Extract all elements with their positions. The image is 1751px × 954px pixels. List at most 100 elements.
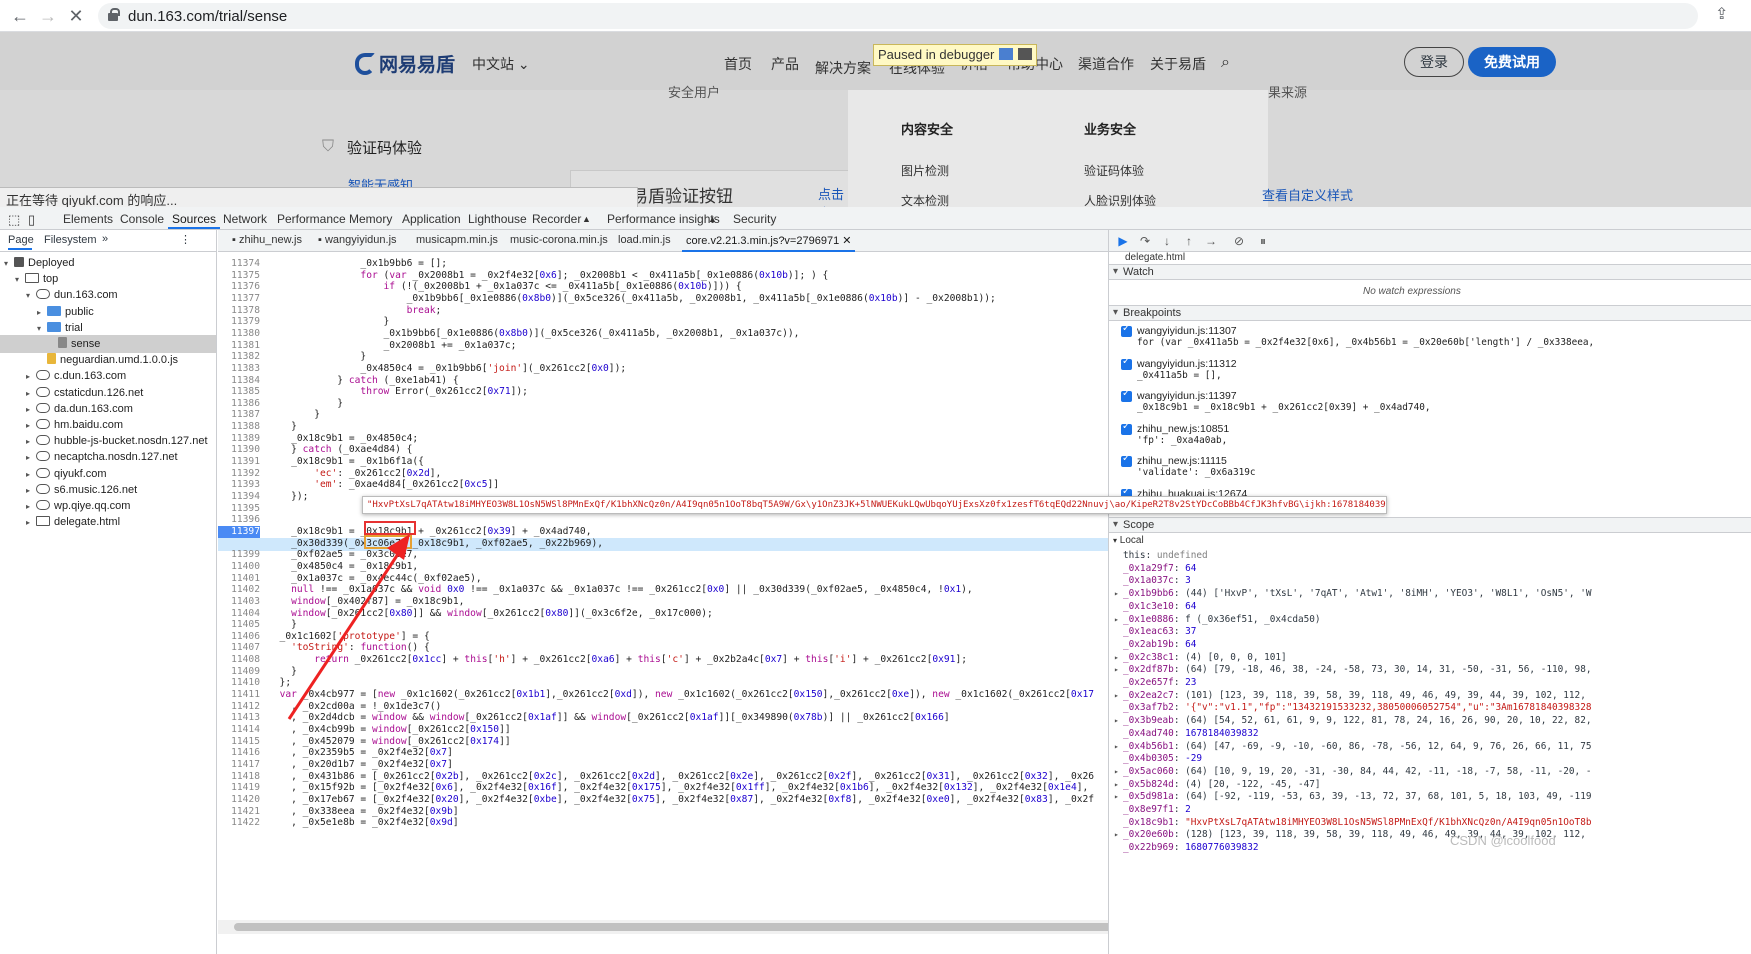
menu-item[interactable]: 验证码体验 (1084, 162, 1144, 179)
breakpoint-checkbox[interactable] (1121, 421, 1132, 435)
scope-variable[interactable]: ▸ _0x5d981a: (64) [-92, -119, -53, 63, 39… (1114, 791, 1592, 804)
menu-item[interactable]: 文本检测 (901, 192, 949, 207)
scope-variable[interactable]: ▸ _0x4b56b1: (64) [47, -69, -9, -10, -60,… (1114, 741, 1592, 754)
tab-security[interactable]: Security (733, 212, 776, 226)
expand-icon[interactable]: ▸ (1114, 690, 1119, 703)
file-tab[interactable]: music-corona.min.js (510, 234, 608, 246)
breakpoints-section[interactable]: Breakpoints (1109, 305, 1751, 321)
scope-variable[interactable]: ▸ _0x5b824d: (4) [20, -122, -45, -47] (1114, 779, 1321, 792)
line-number[interactable]: 11422 (218, 817, 260, 830)
scope-variable[interactable]: _0x2ab19b: 64 (1123, 639, 1196, 652)
custom-style-link[interactable]: 查看自定义样式 (1262, 185, 1353, 204)
file-tab[interactable]: load.min.js (618, 234, 671, 246)
scope-variable[interactable]: ▸ _0x3b9eab: (64) [54, 52, 61, 61, 9, 9, … (1114, 715, 1592, 728)
expand-icon[interactable]: ▸ (1114, 715, 1119, 728)
nav-products[interactable]: 产品 (771, 54, 799, 74)
menu-item[interactable]: 人脸识别体验 (1084, 192, 1156, 207)
file-tab-active[interactable]: core.v2.21.3.min.js?v=2796971 ✕ (681, 234, 856, 252)
resume-icon[interactable] (999, 48, 1014, 60)
step-over-icon[interactable]: ↷ (1137, 233, 1153, 249)
watch-section[interactable]: Watch (1109, 264, 1751, 280)
nav-solutions[interactable]: 解决方案 (815, 58, 871, 78)
expand-icon[interactable]: ▸ (1114, 741, 1119, 754)
scope-variable[interactable]: ▸ _0x2df87b: (64) [79, -18, 46, 38, -24, … (1114, 664, 1592, 677)
step-icon[interactable]: → (1203, 233, 1219, 249)
demo-link[interactable]: 点击查 (818, 184, 849, 207)
breakpoint-checkbox[interactable] (1121, 453, 1132, 467)
scope-variable[interactable]: _0x4ad740: 1678184039832 (1123, 728, 1258, 741)
address-bar[interactable]: dun.163.com/trial/sense (98, 3, 1698, 29)
tab-application[interactable]: Application (402, 212, 461, 226)
scope-variable[interactable]: ▸ _0x2c38c1: (4) [0, 0, 0, 101] (1114, 652, 1287, 665)
nav-about[interactable]: 关于易盾 (1150, 54, 1206, 74)
local-scope[interactable]: ▾ Local (1113, 535, 1144, 546)
nav-channel[interactable]: 渠道合作 (1078, 54, 1134, 74)
breakpoint-checkbox[interactable] (1121, 323, 1132, 337)
scope-variable[interactable]: _0x1eac63: 37 (1123, 626, 1196, 639)
tab-elements[interactable]: Elements (63, 212, 113, 226)
tab-performance[interactable]: Performance (277, 212, 346, 226)
deactivate-breakpoints-icon[interactable]: ⊘ (1231, 233, 1247, 249)
free-trial-button[interactable]: 免费试用 (1468, 47, 1556, 77)
expand-icon[interactable]: ▸ (1114, 829, 1119, 842)
scope-variable[interactable]: this: undefined (1123, 550, 1208, 563)
language-selector[interactable]: 中文站 ⌄ (472, 54, 530, 74)
expand-icon[interactable]: ▸ (1114, 791, 1119, 804)
file-tab[interactable]: ▪ wangyiyidun.js (318, 234, 397, 246)
inspect-icon[interactable]: ⬚ (8, 212, 20, 228)
close-icon[interactable]: ✕ (842, 235, 851, 247)
expand-icon[interactable]: ▸ (1114, 588, 1119, 601)
arrow-left-icon[interactable]: ← (8, 4, 32, 28)
caret-icon[interactable]: ▸ (26, 514, 36, 532)
step-over-icon[interactable] (1018, 48, 1033, 60)
step-into-icon[interactable]: ↓ (1159, 233, 1175, 249)
tab-recorder[interactable]: Recorder (532, 212, 581, 226)
resume-icon[interactable]: ▶ (1115, 233, 1131, 249)
breakpoint-item[interactable]: wangyiyidun.js:11307for (var _0x411a5b =… (1109, 323, 1751, 355)
tab-filesystem[interactable]: Filesystem (44, 234, 97, 246)
scope-variable[interactable]: ▸ _0x1b9bb6: (44) ['HxvP', 'tXsL', '7qAT'… (1114, 588, 1592, 601)
breakpoint-item[interactable]: wangyiyidun.js:11312_0x411a5b = [], (1109, 356, 1751, 388)
breakpoint-checkbox[interactable] (1121, 388, 1132, 402)
scope-variable[interactable]: _0x3af7b2: '{"v":"v1.1","fp":"1343219153… (1123, 702, 1592, 715)
scope-variable[interactable]: _0x8e97f1: 2 (1123, 804, 1191, 817)
scroll-thumb[interactable] (234, 923, 1204, 931)
pause-exceptions-icon[interactable]: ⏸ (1255, 233, 1271, 249)
tab-page[interactable]: Page (8, 234, 34, 246)
site-logo[interactable]: 网易易盾 (355, 50, 455, 77)
device-icon[interactable]: ▯ (28, 212, 35, 228)
expand-icon[interactable]: ▸ (1114, 664, 1119, 677)
share-icon[interactable]: ⇪ (1715, 4, 1728, 24)
breakpoint-item[interactable]: zhihu_new.js:11115'validate': _0x6a319c (1109, 453, 1751, 485)
expand-icon[interactable]: ▸ (1114, 652, 1119, 665)
nav-home[interactable]: 首页 (724, 54, 752, 74)
scope-variable[interactable]: _0x4b0305: -29 (1123, 753, 1202, 766)
login-button[interactable]: 登录 (1404, 47, 1464, 77)
expand-icon[interactable]: ▸ (1114, 614, 1119, 627)
scope-variable[interactable]: ▸ _0x1e0886: f (_0x36ef51, _0x4cda50) (1114, 614, 1321, 627)
step-out-icon[interactable]: ↑ (1181, 233, 1197, 249)
breakpoint-checkbox[interactable] (1121, 356, 1132, 370)
scope-variable[interactable]: ▸ _0x2ea2c7: (101) [123, 39, 118, 39, 58,… (1114, 690, 1586, 703)
scope-section[interactable]: Scope (1109, 517, 1751, 533)
scope-variable[interactable]: _0x1c3e10: 64 (1123, 601, 1196, 614)
scope-variable[interactable]: ▸ _0x5ac060: (64) [10, 9, 19, 20, -31, -3… (1114, 766, 1592, 779)
search-icon[interactable]: ⌕ (1221, 54, 1230, 72)
tab-performance-insights[interactable]: Performance insights (607, 212, 720, 226)
scope-variable[interactable]: _0x22b969: 1680776039832 (1123, 842, 1258, 855)
tab-memory[interactable]: Memory (349, 212, 392, 226)
tree-item[interactable]: ▸ delegate.html (0, 513, 120, 531)
menu-item[interactable]: 图片检测 (901, 162, 949, 179)
horizontal-scrollbar[interactable] (218, 920, 1236, 934)
scope-variable[interactable]: _0x1a29f7: 64 (1123, 563, 1196, 576)
expand-icon[interactable]: ▸ (1114, 766, 1119, 779)
tab-network[interactable]: Network (223, 212, 267, 226)
kebab-menu-icon[interactable]: ⋮ (180, 233, 191, 246)
more-tabs-icon[interactable]: » (102, 233, 108, 245)
arrow-right-icon[interactable]: → (36, 4, 60, 28)
close-icon[interactable]: ✕ (64, 4, 88, 28)
tab-console[interactable]: Console (120, 212, 164, 226)
code-view[interactable]: 11374 _0x1b9bb6 = []; 11375 for (var _0x2… (218, 253, 1218, 898)
expand-icon[interactable]: ▸ (1114, 779, 1119, 792)
file-tab[interactable]: ▪ zhihu_new.js (232, 234, 302, 246)
